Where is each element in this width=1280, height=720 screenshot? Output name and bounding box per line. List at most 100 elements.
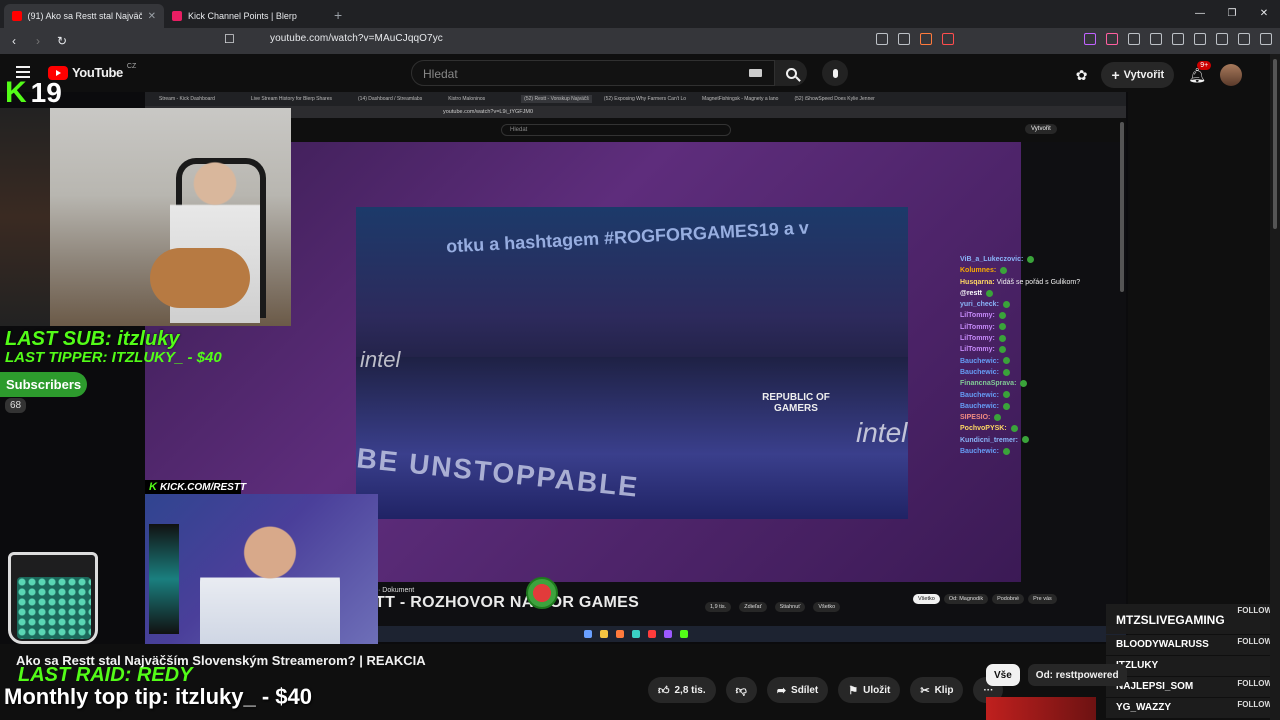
share-label: Sdílet [791, 684, 819, 696]
search-input[interactable]: Hledat [411, 60, 775, 86]
emote-icon [1002, 402, 1010, 410]
close-tab-icon[interactable]: ✕ [148, 11, 156, 22]
inner-share: Zdieľať [739, 602, 767, 612]
follow-label: FOLLOW [1237, 700, 1272, 709]
follower-name: NAJLEPSI_SOM [1116, 681, 1194, 692]
subscribers-label: Subscribers [0, 372, 88, 397]
browser-tab-youtube[interactable]: (91) Ako sa Restt stal Najväčš ✕ [4, 4, 164, 28]
kick-logo-icon: K [149, 481, 157, 493]
intel-logo: intel [360, 347, 401, 372]
monthly-top-tip-label: Monthly top tip: itzluky_ - $40 [4, 684, 313, 709]
inner-live-chat: ViB_a_Lukeczovic: Kolumnes: Husqarna: Vidáš… [960, 254, 1126, 457]
cast-icon[interactable] [876, 33, 888, 45]
back-icon[interactable]: ‹ [4, 34, 24, 48]
emote-icon [1002, 368, 1010, 376]
menu-icon[interactable] [1260, 33, 1272, 45]
plus-icon: + [1111, 67, 1120, 83]
kick-url-banner: K KICK.COM/RESTT [145, 480, 246, 494]
webcam-guest [145, 494, 378, 644]
share-button[interactable]: ➦ Sdílet [766, 677, 829, 703]
video-title: Ako sa Restt stal Najväčším Slovenským S… [16, 653, 426, 668]
create-button[interactable]: + Vytvořit [1101, 62, 1175, 88]
extension-icon[interactable] [1150, 33, 1162, 45]
recommended-video-thumbnail[interactable] [986, 697, 1096, 720]
follow-row: ITZLUKY [1106, 656, 1276, 676]
extension-icon[interactable] [1106, 33, 1118, 45]
bookmark-save-icon: ⚑ [848, 684, 859, 697]
taskbar-app-icon [647, 630, 656, 638]
inner-all: Všetko [813, 602, 841, 612]
extension-icon[interactable] [1128, 33, 1140, 45]
reload-icon[interactable]: ↻ [52, 34, 72, 48]
inner-video-actions: 1,9 tis. Zdieľať Stiahnuť Všetko [705, 602, 841, 612]
extension-icon[interactable] [1084, 33, 1096, 45]
bookmark-icon[interactable]: ☐ [224, 32, 235, 46]
chat-username: Kundicni_tremer: [960, 436, 1018, 444]
chat-username: Kolumnes: [960, 267, 997, 275]
inner-video-caption: TT - ROZHOVOR NA ROR GAMES [375, 594, 640, 611]
minimize-icon[interactable]: — [1184, 0, 1216, 26]
wallet-icon[interactable] [1216, 33, 1228, 45]
chat-message: Bauchewic: [960, 390, 1126, 401]
emote-icon [998, 334, 1006, 342]
taskbar-app-icon [615, 630, 624, 638]
voice-search-button[interactable] [822, 60, 848, 86]
chat-message: PochvoPYSK: [960, 423, 1126, 434]
chat-message: @restt [960, 288, 1126, 299]
search-button[interactable] [775, 60, 807, 86]
thumbs-down-icon: 👎︎ [735, 684, 747, 697]
brave-shield-icon[interactable] [920, 33, 932, 45]
inner-chip: Všetko [913, 594, 940, 604]
chat-username: Bauchewic: [960, 368, 999, 376]
avatar[interactable] [1220, 64, 1242, 86]
new-tab-button[interactable]: + [334, 7, 342, 23]
taskbar-app-icon [663, 630, 672, 638]
like-count: 2,8 tis. [674, 684, 706, 696]
chip-from-channel[interactable]: Od: resttpowered [1027, 664, 1127, 686]
save-button[interactable]: ⚑ Uložit [838, 677, 901, 703]
chat-message: Kundicni_tremer: [960, 435, 1126, 446]
scrollbar-thumb[interactable] [1273, 59, 1277, 229]
upload-settings-icon[interactable]: ✿ [1076, 67, 1088, 84]
inner-chip: Podobné [992, 594, 1025, 604]
notifications-button[interactable]: 🔔︎ 9+ [1188, 60, 1212, 84]
like-button[interactable]: 👍︎ 2,8 tis. [648, 677, 716, 703]
more-icon: ··· [983, 684, 994, 696]
create-label: Vytvořit [1123, 69, 1165, 81]
watermelon-emote-icon [526, 577, 558, 609]
vpn-icon[interactable] [1238, 33, 1250, 45]
chat-username: PochvoPYSK: [960, 425, 1007, 433]
inner-like: 1,9 tis. [705, 602, 732, 612]
follower-name: BLOODYWALRUSS [1116, 639, 1209, 650]
viewer-count: 19 [30, 77, 62, 108]
clip-button[interactable]: ✂ Klip [910, 677, 964, 703]
emote-icon [1021, 436, 1029, 444]
close-window-icon[interactable]: ✕ [1248, 0, 1280, 26]
share-icon[interactable] [898, 33, 910, 45]
hashtag-banner: otku a hashtagem #ROGFORGAMES19 a v [445, 217, 810, 257]
inner-chip: Pre vás [1028, 594, 1057, 604]
chip-all[interactable]: Vše [986, 664, 1020, 686]
chat-username: Bauchewic: [960, 448, 999, 456]
follow-label: FOLLOW [1237, 679, 1272, 688]
youtube-favicon-icon [12, 11, 22, 21]
url-field[interactable]: youtube.com/watch?v=MAuCJqqO7yc [270, 33, 443, 44]
header-actions: ✿ + Vytvořit 🔔︎ 9+ [1076, 60, 1242, 88]
chat-username: LilTommy: [960, 335, 995, 343]
inner-tab: Stream - Kick Dashboard [159, 96, 215, 102]
inner-chips: Všetko Od: Magnodik Podobné Pre vás [913, 594, 1057, 604]
inner-video-frame: otku a hashtagem #ROGFORGAMES19 a v inte… [356, 207, 908, 519]
page-scrollbar[interactable] [1270, 54, 1280, 720]
inner-scrollbar [1120, 122, 1124, 292]
search-placeholder: Hledat [423, 67, 458, 81]
inner-youtube-header: Hledat Vytvořit [145, 118, 1126, 142]
sidebar-icon[interactable] [1194, 33, 1206, 45]
dislike-button[interactable]: 👎︎ [725, 677, 757, 703]
browser-tab-blerp[interactable]: Kick Channel Points | Blerp [164, 4, 324, 28]
restore-icon[interactable]: ❐ [1216, 0, 1248, 26]
rewards-icon[interactable] [942, 33, 954, 45]
forward-icon[interactable]: › [28, 34, 48, 48]
extension-icon[interactable] [1172, 33, 1184, 45]
keyboard-icon[interactable] [749, 69, 762, 77]
browser-tab-bar: (91) Ako sa Restt stal Najväčš ✕ Kick Ch… [0, 0, 1280, 28]
